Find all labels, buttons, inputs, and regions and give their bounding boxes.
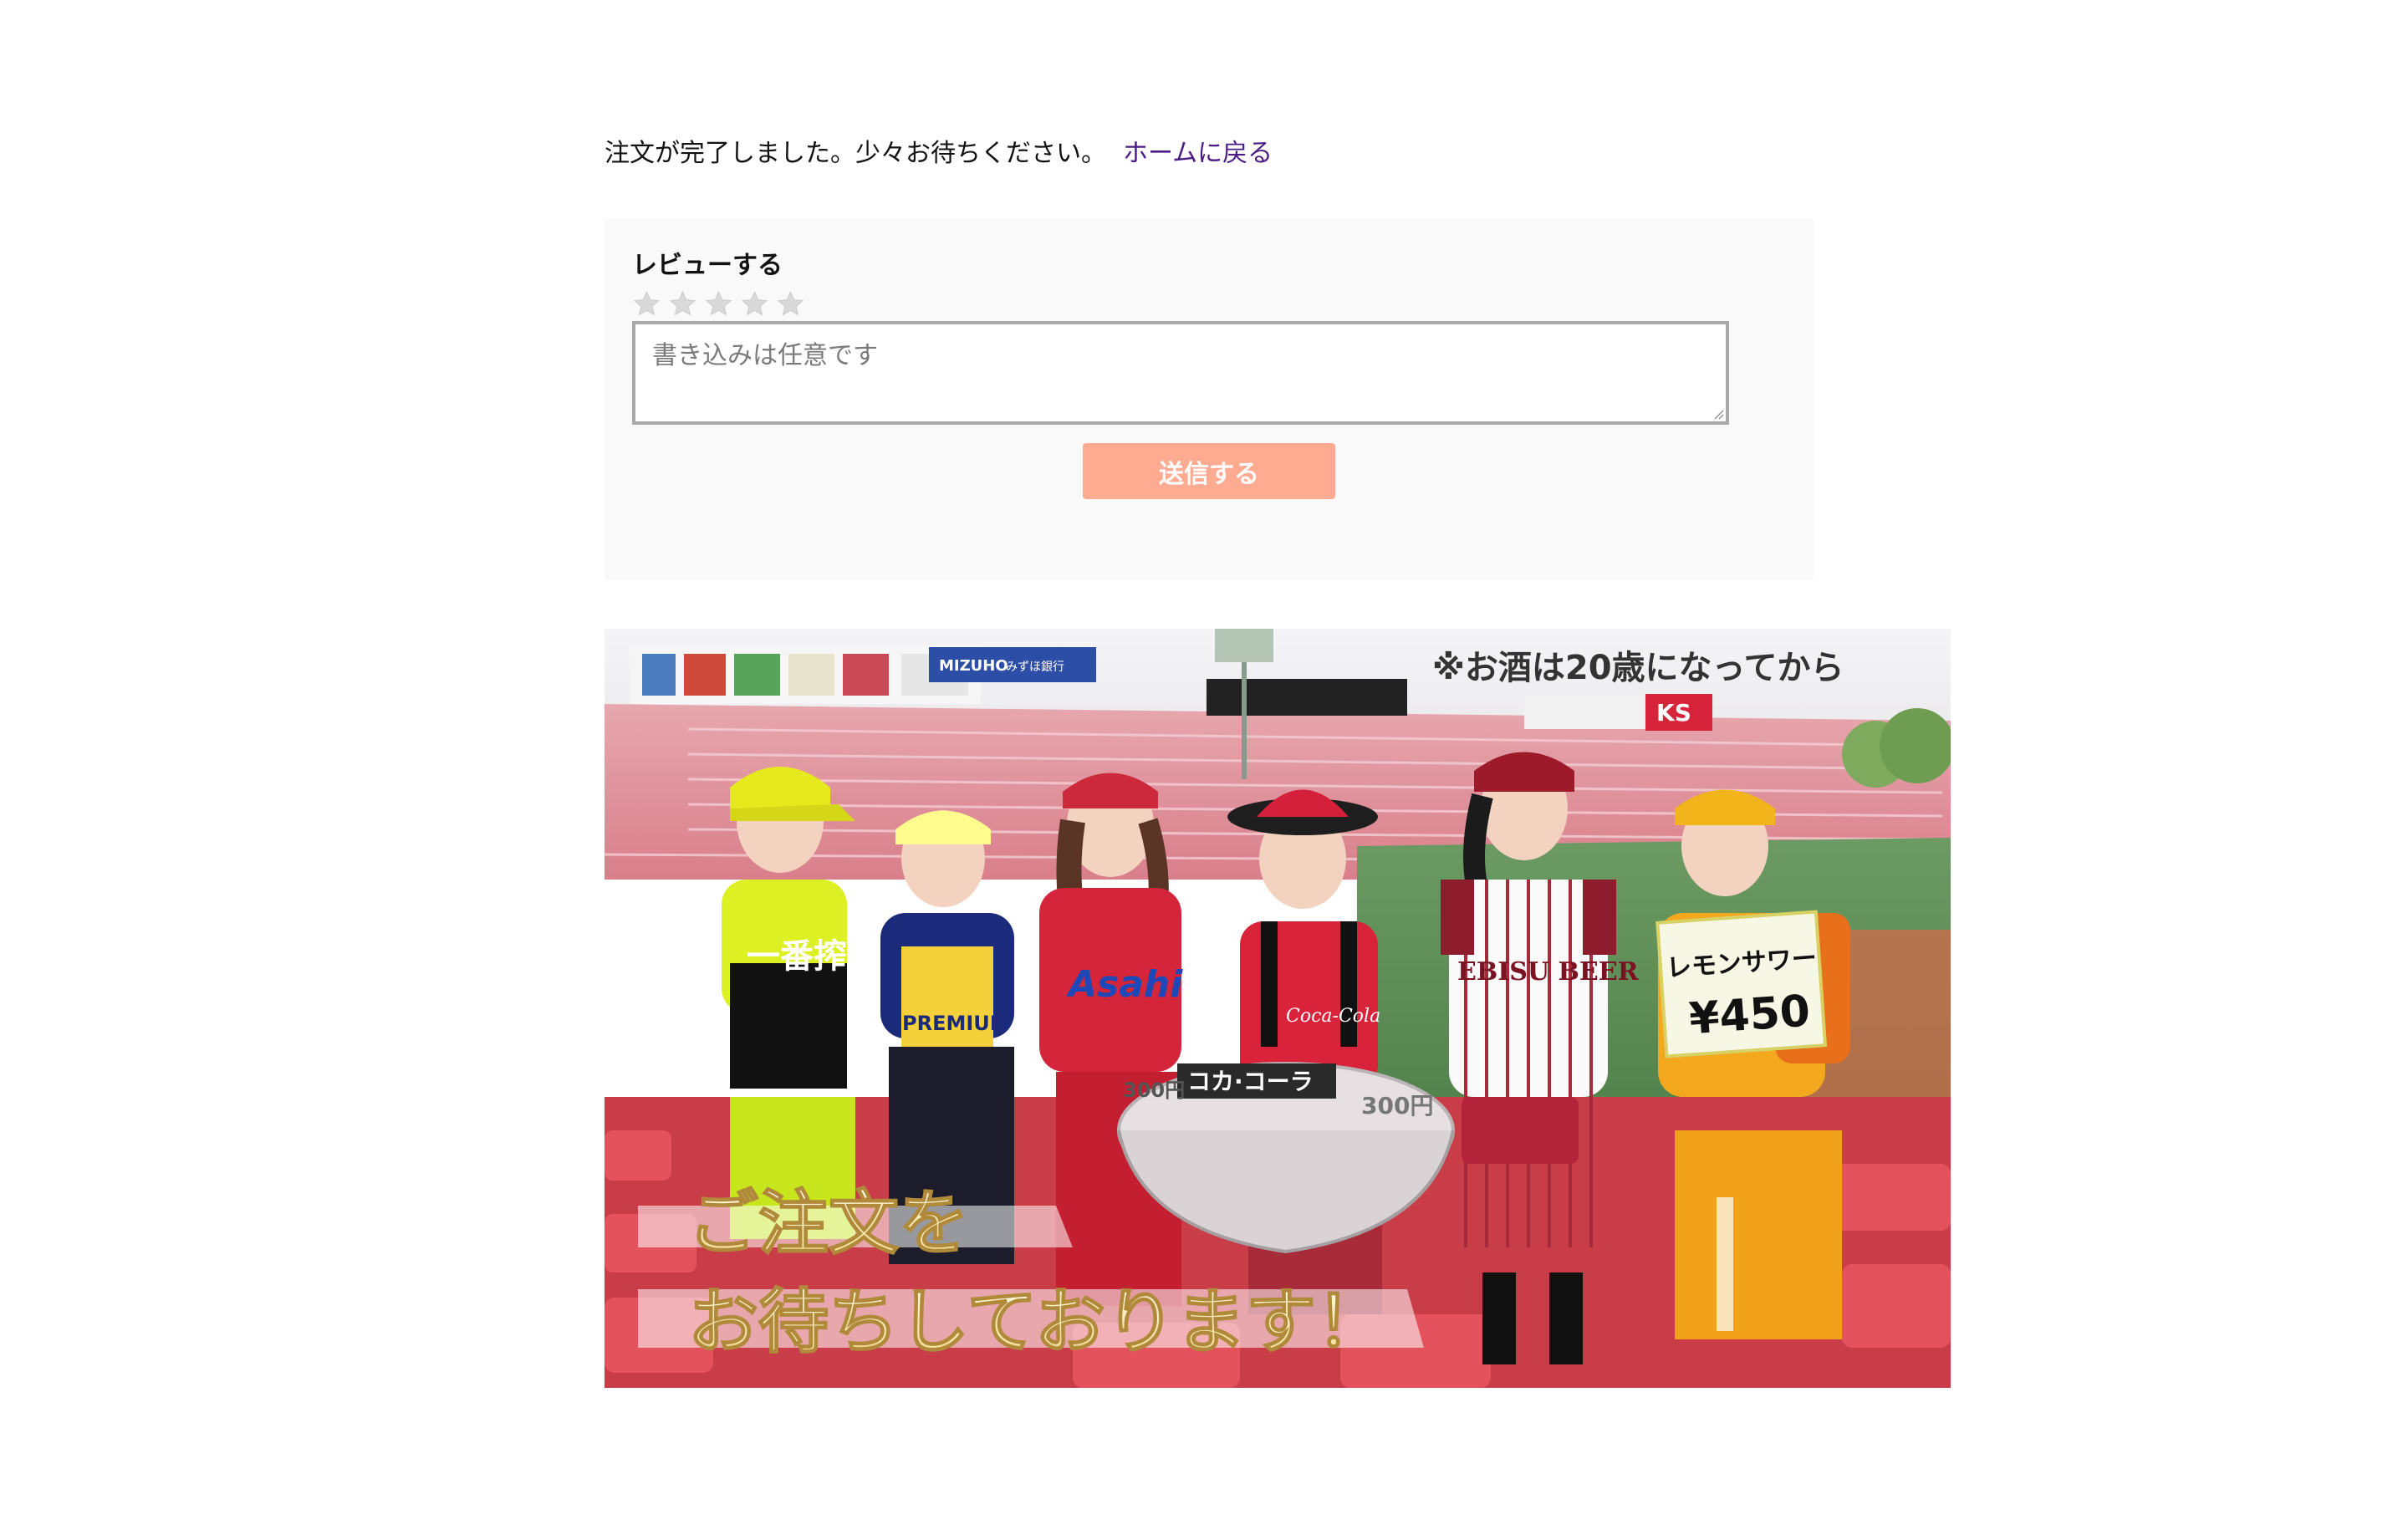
shirt-cocacola: Coca-Cola xyxy=(1286,1006,1380,1027)
review-textarea-wrapper xyxy=(632,321,1729,425)
tray-price-left: 300円 xyxy=(1123,1079,1185,1102)
star-4-icon[interactable] xyxy=(740,289,769,319)
age-notice: ※お酒は20歳になってから xyxy=(1432,649,1844,687)
review-textarea[interactable] xyxy=(635,324,1726,421)
shirt-ebisu: EBISU BEER xyxy=(1457,957,1640,987)
sign-mizuho: MIZUHO xyxy=(939,657,1008,675)
headline-line-2: お待ちしております！ xyxy=(688,1281,1386,1363)
promo-banner: MIZUHO みずほ銀行 KS ※お酒は20歳になってから 一番搾り PREMI… xyxy=(605,629,1951,1388)
lemon-sour-sign: レモンサワー ¥450 xyxy=(1656,910,1828,1058)
shirt-premium: PREMIUM xyxy=(902,1012,1010,1035)
star-1-icon[interactable] xyxy=(632,289,661,319)
shirt-ichiban: 一番搾り xyxy=(747,937,880,976)
main-content: 注文が完了しました。少々お待ちください。ホームに戻る レビューする 送信する xyxy=(605,134,1951,1388)
banner-image: MIZUHO みずほ銀行 KS ※お酒は20歳になってから 一番搾り PREMI… xyxy=(605,629,1951,1388)
review-title: レビューする xyxy=(632,251,783,280)
shirt-asahi: Asahi xyxy=(1066,963,1183,1006)
page: 注文が完了しました。少々お待ちください。ホームに戻る レビューする 送信する xyxy=(0,0,2408,1530)
sign-mizuho-bank: みずほ銀行 xyxy=(1006,660,1064,674)
tray-label: コカ·コーラ xyxy=(1187,1068,1314,1095)
star-5-icon[interactable] xyxy=(776,289,805,319)
confirmation-message: 注文が完了しました。少々お待ちください。 xyxy=(605,139,1106,168)
sign-price: ¥450 xyxy=(1687,986,1812,1044)
home-link[interactable]: ホームに戻る xyxy=(1123,139,1273,168)
resize-grip-icon[interactable] xyxy=(1712,408,1724,420)
star-3-icon[interactable] xyxy=(704,289,733,319)
tray-price-right: 300円 xyxy=(1361,1092,1433,1119)
submit-row: 送信する xyxy=(632,443,1786,499)
order-confirmation: 注文が完了しました。少々お待ちください。 ホームに戻る xyxy=(605,134,1951,174)
star-rating xyxy=(632,289,1786,319)
submit-button[interactable]: 送信する xyxy=(1083,443,1335,499)
headline-line-1: ご注文を xyxy=(688,1182,969,1264)
review-form: レビューする 送信する xyxy=(605,219,1814,580)
star-2-icon[interactable] xyxy=(668,289,697,319)
sign-ks: KS xyxy=(1656,699,1691,727)
